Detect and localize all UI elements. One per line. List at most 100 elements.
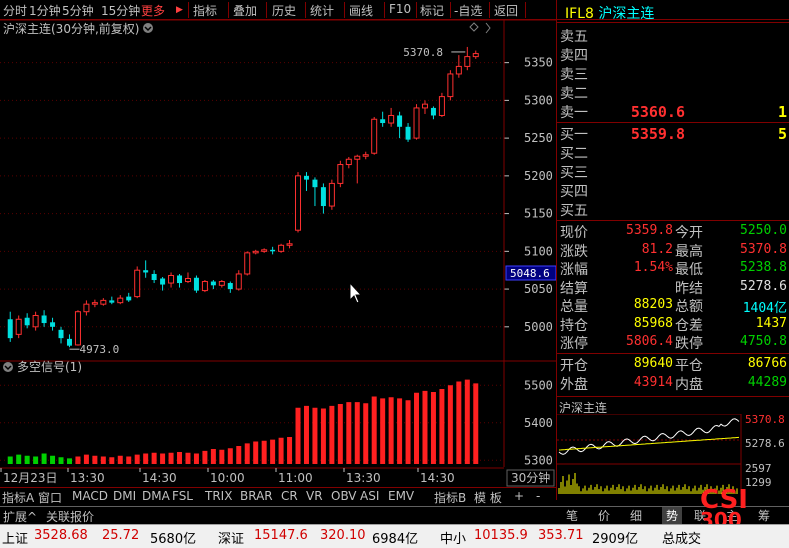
info-label: 涨停 (560, 336, 588, 352)
toolbar-item-5[interactable]: 指标 (193, 2, 217, 19)
toolbar-item-2[interactable]: 5分钟 (62, 2, 94, 19)
indicator-tab-5[interactable]: FSL (172, 489, 193, 503)
signal-bar (397, 398, 403, 464)
signal-bar (75, 456, 81, 464)
quote-code: IFL8 (565, 6, 594, 22)
signal-bar (354, 402, 360, 464)
candle-body (413, 107, 420, 139)
toolbar-separator (344, 2, 345, 18)
candle-body (7, 319, 13, 339)
quote-tab-0[interactable]: 笔 (566, 507, 578, 524)
candle-body (134, 269, 141, 298)
info-label: 总量 (560, 299, 588, 315)
toolbar-item-12[interactable]: -自选 (454, 2, 482, 19)
signal-bar (227, 448, 233, 464)
x-tick-label: 10:00 (210, 471, 245, 485)
candle-body (218, 281, 225, 286)
y-tick-label: 5150 (524, 207, 553, 221)
x-tick-label: 14:30 (142, 471, 177, 485)
signal-bar (168, 452, 174, 464)
toolbar-item-13[interactable]: 返回 (494, 2, 518, 19)
signal-bar (117, 455, 123, 464)
indicator-tab-12[interactable]: EMV (388, 489, 414, 503)
buy1-volume: 5 (777, 125, 787, 143)
candle-body (455, 65, 462, 75)
candle-body (405, 126, 411, 140)
toolbar-item-11[interactable]: 标记 (420, 2, 444, 19)
related-quote-button[interactable]: 关联报价 (46, 508, 94, 525)
toolbar-separator (489, 2, 490, 18)
info-label: 涨幅 (560, 262, 588, 278)
toolbar-item-6[interactable]: 叠加 (233, 2, 257, 19)
signal-bar (143, 453, 149, 464)
quote-tab-1[interactable]: 价 (598, 507, 610, 524)
signal-bar (160, 453, 166, 464)
signal-bar (253, 441, 259, 464)
indicator-tab-8[interactable]: CR (281, 489, 298, 503)
indicator-tab-9[interactable]: VR (306, 489, 323, 503)
toolbar-item-8[interactable]: 统计 (310, 2, 334, 19)
toolbar-item-1[interactable]: 1分钟 (29, 2, 61, 19)
indicator-tab-13[interactable]: 指标B (434, 489, 466, 506)
candle-body (66, 338, 72, 346)
info-label: 仓差 (675, 317, 703, 334)
info-label: 最高 (675, 243, 703, 260)
candle-body (312, 179, 318, 188)
candle-body (447, 73, 454, 98)
quote-name: 沪深主连 (598, 6, 655, 22)
candle-body (354, 155, 361, 160)
sz-amount: 6984亿 (372, 532, 419, 547)
diamond-icon[interactable] (469, 22, 479, 32)
signal-bar (219, 449, 225, 464)
toolbar-item-10[interactable]: F10 (389, 2, 411, 16)
candle-body (50, 322, 56, 327)
info-label: 结算 (560, 280, 588, 297)
zx-label: 中小 (440, 532, 467, 547)
indicator-tab-14[interactable]: 模 板 (474, 489, 502, 506)
info-label: 跌停 (675, 336, 703, 352)
title-dropdown-icon[interactable] (143, 23, 153, 33)
indicator-tab-15[interactable]: + (514, 489, 524, 503)
indicator-tab-0[interactable]: 指标A (2, 489, 34, 506)
indicator-tab-2[interactable]: MACD (72, 489, 108, 503)
signal-bar (66, 458, 72, 464)
buy-level-label: 买一 (560, 127, 588, 143)
zx-value: 10135.9 (474, 528, 528, 543)
expand-button[interactable]: 扩展^ (3, 508, 37, 525)
sz-label: 深证 (218, 532, 245, 547)
indicator-tab-1[interactable]: 窗口 (38, 489, 62, 506)
quote-tab-2[interactable]: 细 (630, 507, 642, 524)
toolbar-item-9[interactable]: 画线 (349, 2, 373, 19)
candle-body (303, 175, 309, 180)
signal-bar (7, 456, 13, 464)
indicator-tab-4[interactable]: DMA (142, 489, 170, 503)
logo-line1: CSI (700, 485, 748, 515)
indicator-tab-3[interactable]: DMI (113, 489, 136, 503)
info-value: 5806.4 (626, 334, 673, 349)
sell-level-label: 卖一 (560, 105, 588, 121)
info-value: 5278.6 (740, 278, 787, 294)
info-label: 外盘 (560, 377, 588, 393)
mini-chart[interactable]: 5370.8 5278.6 25971299 (557, 414, 789, 500)
indicator-tab-7[interactable]: BRAR (240, 489, 273, 503)
y-tick-label: 5050 (524, 282, 553, 296)
indicator-tab-16[interactable]: - (536, 489, 540, 503)
toolbar-item-4[interactable]: 更多 (141, 2, 165, 19)
indicator-tab-10[interactable]: OBV (331, 489, 357, 503)
quote-tab-3[interactable]: 势 (662, 507, 683, 524)
indicator-title: 多空信号(1) (17, 360, 82, 374)
toolbar-item-0[interactable]: 分时 (3, 2, 27, 19)
chevron-right-icon[interactable] (485, 22, 491, 34)
indicator-tab-11[interactable]: ASI (360, 489, 379, 503)
more-arrow-icon[interactable]: ▶ (176, 5, 183, 15)
buy-level-label: 买三 (560, 165, 588, 181)
toolbar-item-7[interactable]: 历史 (272, 2, 296, 19)
toolbar-item-3[interactable]: 15分钟 (101, 2, 140, 19)
indicator-dropdown-icon[interactable] (3, 362, 13, 372)
main-chart[interactable]: 5000 5050 5100 5150 5200 5250 5300 5350 沪深主连(30分… (0, 20, 556, 487)
signal-bar (456, 381, 462, 464)
indicator-tab-6[interactable]: TRIX (205, 489, 232, 503)
signal-bar (24, 455, 30, 464)
candle-body (252, 250, 259, 254)
quote-tab-6[interactable]: 筹 (758, 507, 770, 524)
